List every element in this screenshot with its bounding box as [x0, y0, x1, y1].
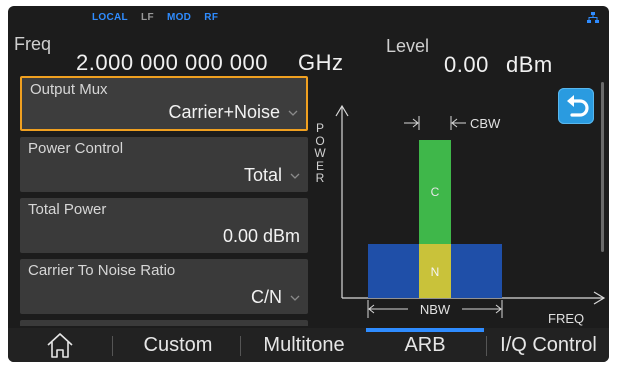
nav-separator: [112, 336, 113, 356]
cn-ratio-value: C/N: [251, 287, 282, 307]
freq-value[interactable]: 2.000 000 000 000: [76, 50, 268, 76]
bottom-nav: Custom Multitone ARB I/Q Control: [8, 328, 609, 362]
total-power-value: 0.00 dBm: [222, 226, 300, 246]
status-rf: RF: [204, 12, 219, 23]
status-lf: LF: [141, 12, 154, 23]
cbw-right-arrow: [451, 118, 466, 128]
status-local: LOCAL: [92, 12, 128, 23]
power-control-value: Total: [243, 165, 282, 185]
total-power-label: Total Power: [28, 201, 107, 218]
level-unit: dBm: [506, 52, 553, 77]
cn-ratio-label: Carrier To Noise Ratio: [28, 262, 176, 279]
level-value[interactable]: 0.00: [444, 52, 489, 78]
level-label: Level: [386, 36, 430, 56]
freq-label: Freq: [14, 34, 52, 54]
tab-custom[interactable]: Custom: [118, 328, 238, 362]
nbw-left-arrow: [368, 304, 408, 314]
status-mod: MOD: [166, 12, 192, 23]
chevron-down-icon: [290, 295, 300, 301]
instrument-screen: LOCAL LF MOD RF Freq 2.000 000 000 000 G…: [8, 6, 609, 362]
tab-iq-control[interactable]: I/Q Control: [488, 328, 609, 362]
parameter-panel: Output Mux Carrier+Noise Power Control T…: [20, 76, 310, 326]
active-tab-indicator: [366, 328, 484, 332]
cn-ratio-dropdown[interactable]: Carrier To Noise Ratio C/N: [20, 259, 308, 314]
status-bar: LOCAL LF MOD RF: [92, 12, 228, 23]
undo-arrow-icon: [567, 95, 589, 117]
nav-separator: [486, 336, 487, 356]
cbw-label: CBW: [470, 116, 501, 131]
diagram-scrollbar[interactable]: [601, 82, 604, 252]
nbw-label: NBW: [420, 302, 451, 317]
output-mux-value: Carrier+Noise: [168, 102, 280, 122]
tab-arb-label: ARB: [404, 334, 446, 356]
tab-arb[interactable]: ARB: [366, 328, 484, 362]
chevron-down-icon: [290, 173, 300, 179]
freq-unit: GHz: [298, 50, 344, 75]
cbw-left-arrow: [404, 118, 419, 128]
noise-label: N: [431, 265, 440, 279]
power-control-dropdown[interactable]: Power Control Total: [20, 137, 308, 192]
nav-separator: [240, 336, 241, 356]
output-mux-dropdown[interactable]: Output Mux Carrier+Noise: [20, 76, 308, 131]
power-control-label: Power Control: [28, 140, 124, 157]
spectrum-diagram: POWER C N CBW NBW FREQ: [310, 78, 609, 328]
next-parameter-partial[interactable]: [20, 320, 308, 326]
nbw-right-arrow: [462, 304, 502, 314]
back-button[interactable]: [558, 88, 594, 124]
tab-multitone[interactable]: Multitone: [244, 328, 364, 362]
carrier-label: C: [431, 185, 440, 199]
output-mux-label: Output Mux: [30, 81, 108, 98]
home-button[interactable]: [38, 328, 82, 362]
home-icon: [47, 333, 73, 358]
total-power-field[interactable]: Total Power 0.00 dBm: [20, 198, 308, 253]
x-axis-label: FREQ: [548, 311, 584, 326]
network-icon: [587, 12, 599, 23]
chevron-down-icon: [288, 110, 298, 116]
